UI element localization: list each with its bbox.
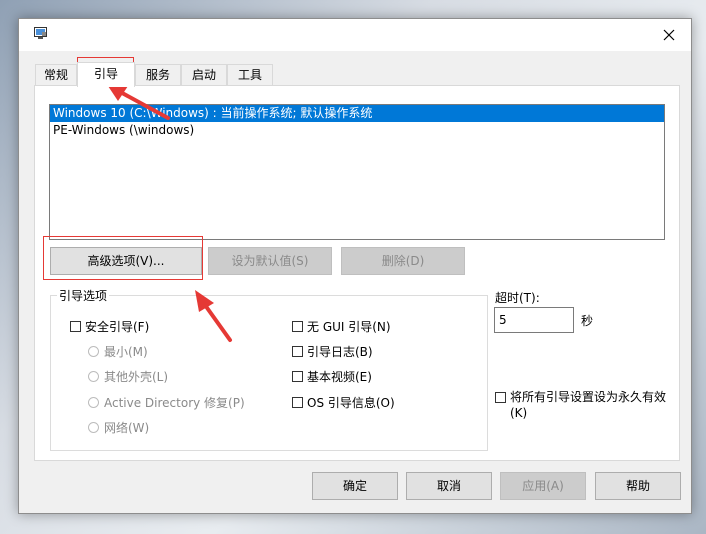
radio-circle bbox=[88, 422, 99, 433]
ad-repair-label: Active Directory 修复(P) bbox=[104, 396, 245, 410]
boot-options-title: 引导选项 bbox=[57, 287, 110, 304]
checkbox-box bbox=[292, 371, 303, 382]
tab-startup[interactable]: 启动 bbox=[181, 64, 227, 86]
checkbox-box bbox=[495, 392, 506, 403]
checkbox-box bbox=[292, 397, 303, 408]
advanced-button-highlight bbox=[43, 236, 203, 280]
tab-services[interactable]: 服务 bbox=[135, 64, 181, 86]
minimal-label: 最小(M) bbox=[104, 345, 148, 359]
boot-options-group: 引导选项 安全引导(F) 最小(M) 其他外壳(L) Active Direct… bbox=[50, 287, 488, 451]
close-button[interactable] bbox=[647, 19, 691, 51]
alternate-shell-label: 其他外壳(L) bbox=[104, 370, 169, 384]
checkbox-box bbox=[292, 346, 303, 357]
boot-log-checkbox[interactable]: 引导日志(B) bbox=[292, 343, 373, 360]
no-gui-boot-checkbox[interactable]: 无 GUI 引导(N) bbox=[292, 318, 391, 335]
os-list-item[interactable]: Windows 10 (C:\Windows) : 当前操作系统; 默认操作系统 bbox=[50, 105, 664, 122]
timeout-label: 超时(T): bbox=[495, 291, 540, 305]
os-boot-info-checkbox[interactable]: OS 引导信息(O) bbox=[292, 394, 395, 411]
radio-circle bbox=[88, 346, 99, 357]
os-list[interactable]: Windows 10 (C:\Windows) : 当前操作系统; 默认操作系统… bbox=[49, 104, 665, 240]
tab-general[interactable]: 常规 bbox=[35, 64, 77, 86]
os-list-item[interactable]: PE-Windows (\windows) bbox=[50, 122, 664, 139]
cancel-button[interactable]: 取消 bbox=[406, 472, 492, 500]
base-video-checkbox[interactable]: 基本视频(E) bbox=[292, 368, 372, 385]
network-label: 网络(W) bbox=[104, 421, 150, 435]
ad-repair-radio[interactable]: Active Directory 修复(P) bbox=[88, 394, 245, 411]
radio-circle bbox=[88, 371, 99, 382]
apply-button[interactable]: 应用(A) bbox=[500, 472, 586, 500]
timeout-input[interactable]: 5 bbox=[494, 307, 574, 333]
title-bar bbox=[19, 19, 691, 51]
msconfig-icon bbox=[34, 27, 47, 39]
close-icon bbox=[663, 29, 675, 41]
no-gui-boot-label: 无 GUI 引导(N) bbox=[307, 320, 391, 334]
tab-tools[interactable]: 工具 bbox=[227, 64, 273, 86]
boot-log-label: 引导日志(B) bbox=[307, 345, 373, 359]
safe-boot-label: 安全引导(F) bbox=[85, 320, 150, 334]
base-video-label: 基本视频(E) bbox=[307, 370, 372, 384]
checkbox-box bbox=[292, 321, 303, 332]
radio-circle bbox=[88, 397, 99, 408]
safe-boot-checkbox[interactable]: 安全引导(F) bbox=[70, 318, 149, 335]
set-default-button[interactable]: 设为默认值(S) bbox=[208, 247, 332, 275]
help-button[interactable]: 帮助 bbox=[595, 472, 681, 500]
minimal-radio[interactable]: 最小(M) bbox=[88, 343, 148, 360]
timeout-unit: 秒 bbox=[581, 314, 594, 328]
tab-boot[interactable]: 引导 bbox=[77, 62, 135, 87]
make-permanent-checkbox[interactable]: 将所有引导设置设为永久有效(K) bbox=[495, 389, 675, 421]
os-boot-info-label: OS 引导信息(O) bbox=[307, 396, 395, 410]
checkbox-box bbox=[70, 321, 81, 332]
make-permanent-label: 将所有引导设置设为永久有效(K) bbox=[510, 390, 667, 420]
network-radio[interactable]: 网络(W) bbox=[88, 419, 149, 436]
alternate-shell-radio[interactable]: 其他外壳(L) bbox=[88, 368, 168, 385]
ok-button[interactable]: 确定 bbox=[312, 472, 398, 500]
delete-button[interactable]: 删除(D) bbox=[341, 247, 465, 275]
